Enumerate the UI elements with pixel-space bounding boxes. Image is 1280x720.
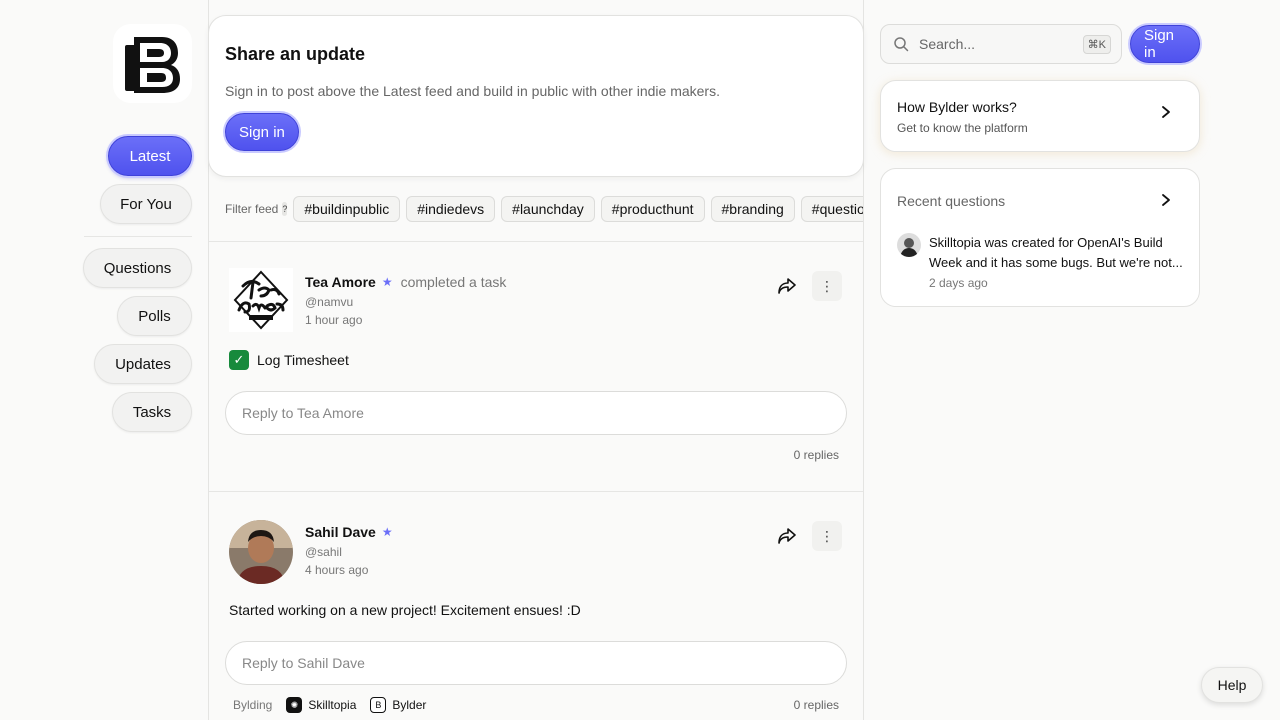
more-options-icon[interactable]: ⋮ xyxy=(812,271,842,301)
bylding-label: Bylding xyxy=(233,698,273,712)
post-author: Sahil Dave ★ xyxy=(305,524,393,540)
nav-tasks[interactable]: Tasks xyxy=(112,392,192,432)
project-link-skilltopia[interactable]: ✺ Skilltopia xyxy=(286,697,356,713)
search-icon xyxy=(894,37,909,52)
nav-divider xyxy=(84,236,192,237)
share-update-card: Share an update Sign in to post above th… xyxy=(208,15,864,177)
nav-questions[interactable]: Questions xyxy=(83,248,192,288)
recent-questions-card: Recent questions Skilltopia was created … xyxy=(880,168,1200,307)
bylder-logo[interactable] xyxy=(113,24,192,103)
share-subtitle: Sign in to post above the Latest feed an… xyxy=(225,83,720,99)
avatar[interactable] xyxy=(229,268,293,332)
avatar xyxy=(897,233,921,257)
bylding-projects: Bylding ✺ Skilltopia B Bylder xyxy=(233,697,426,713)
author-name[interactable]: Sahil Dave xyxy=(305,524,376,540)
filter-label: Filter feed xyxy=(225,202,279,216)
recent-questions-title[interactable]: Recent questions xyxy=(897,193,1183,209)
author-name[interactable]: Tea Amore xyxy=(305,274,376,290)
user-photo-icon xyxy=(229,520,293,584)
search-input[interactable]: Search... xyxy=(919,36,1083,52)
author-handle: @sahil xyxy=(305,545,342,559)
project-name: Bylder xyxy=(392,698,427,712)
tea-amore-logo-icon xyxy=(229,268,293,332)
tag-chip[interactable]: #buildinpublic xyxy=(293,196,401,222)
reply-input[interactable]: Reply to Tea Amore xyxy=(225,391,847,435)
search-box[interactable]: Search... ⌘K xyxy=(880,24,1122,64)
post-action: completed a task xyxy=(400,274,507,290)
help-button[interactable]: Help xyxy=(1201,667,1263,703)
tag-chip[interactable]: #indiedevs xyxy=(406,196,496,222)
help-icon[interactable]: ? xyxy=(282,202,288,216)
tag-chip[interactable]: #producthunt xyxy=(600,196,705,222)
project-name: Skilltopia xyxy=(308,698,357,712)
how-bylder-works-card[interactable]: How Bylder works? Get to know the platfo… xyxy=(880,80,1200,152)
project-link-bylder[interactable]: B Bylder xyxy=(370,697,426,713)
replies-count[interactable]: 0 replies xyxy=(794,698,839,712)
nav-for-you[interactable]: For You xyxy=(100,184,192,224)
tag-chip[interactable]: #launchday xyxy=(501,196,595,222)
tag-chip[interactable]: #branding xyxy=(710,196,795,222)
replies-count[interactable]: 0 replies xyxy=(794,448,839,462)
share-signin-button[interactable]: Sign in xyxy=(225,113,299,151)
share-icon[interactable] xyxy=(775,524,799,548)
recent-question-time: 2 days ago xyxy=(929,276,988,290)
filter-feed-bar: Filter feed ? #buildinpublic #indiedevs … xyxy=(209,192,863,226)
follow-user-icon[interactable]: ★ xyxy=(382,275,393,289)
post-text: Started working on a new project! Excite… xyxy=(229,602,581,618)
nav-updates[interactable]: Updates xyxy=(94,344,192,384)
nav-polls[interactable]: Polls xyxy=(117,296,192,336)
more-options-icon[interactable]: ⋮ xyxy=(812,521,842,551)
share-icon[interactable] xyxy=(775,274,799,298)
feed-post: Tea Amore ★ completed a task @namvu 1 ho… xyxy=(209,242,863,491)
feed-post: Sahil Dave ★ @sahil 4 hours ago ⋮ Starte… xyxy=(209,492,863,720)
post-time: 1 hour ago xyxy=(305,313,363,327)
chevron-right-icon[interactable] xyxy=(1161,193,1171,212)
share-title: Share an update xyxy=(225,44,366,64)
recent-question-text[interactable]: Skilltopia was created for OpenAI's Buil… xyxy=(929,233,1187,273)
post-author: Tea Amore ★ completed a task xyxy=(305,274,506,290)
post-time: 4 hours ago xyxy=(305,563,369,577)
task-item: ✓ Log Timesheet xyxy=(229,350,349,370)
checkbox-checked-icon: ✓ xyxy=(229,350,249,370)
chevron-right-icon xyxy=(1161,105,1171,124)
author-handle: @namvu xyxy=(305,295,354,309)
avatar[interactable] xyxy=(229,520,293,584)
bylder-logo-icon xyxy=(124,36,180,93)
bylder-logo-icon: B xyxy=(370,697,387,713)
header-signin-button[interactable]: Sign in xyxy=(1130,25,1200,63)
follow-user-icon[interactable]: ★ xyxy=(382,525,393,539)
skilltopia-logo-icon: ✺ xyxy=(286,697,303,713)
how-subtitle: Get to know the platform xyxy=(897,121,1028,135)
how-title: How Bylder works? xyxy=(897,99,1017,115)
tag-chip[interactable]: #questions xyxy=(800,196,863,222)
task-label: Log Timesheet xyxy=(257,352,349,368)
search-shortcut: ⌘K xyxy=(1082,34,1111,54)
reply-input[interactable]: Reply to Sahil Dave xyxy=(225,641,847,685)
nav-latest[interactable]: Latest xyxy=(108,136,192,176)
